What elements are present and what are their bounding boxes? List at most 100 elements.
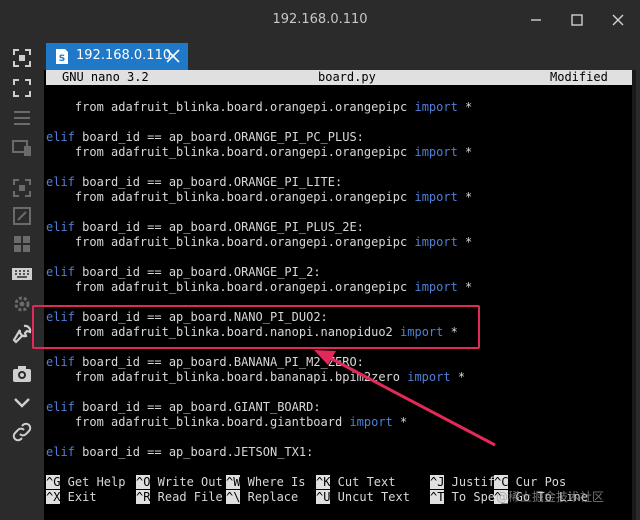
shortcut-key: ^R [136, 490, 151, 504]
scrollbar[interactable] [632, 70, 636, 520]
code-text: * [457, 235, 473, 249]
code-text: from adafruit_blinka.board.orangepi.oran… [46, 145, 415, 159]
code-keyword: import [349, 415, 393, 429]
code-text: * [450, 370, 466, 384]
resize-icon[interactable] [10, 204, 34, 228]
shortcut-key: ^\ [226, 490, 241, 504]
close-icon[interactable] [606, 8, 630, 32]
fit-screen-icon[interactable] [10, 76, 34, 100]
code-text: board_id == ap_board.BANANA_PI_M2_ZERO: [74, 355, 364, 369]
code-keyword: elif [46, 175, 75, 189]
code-keyword: import [414, 190, 458, 204]
code-line: elif board_id == ap_board.ORANGE_PI_PC_P… [46, 130, 364, 145]
shortcut-item[interactable]: ^G Get Help [46, 475, 125, 490]
shortcut-item[interactable]: ^\ Replace [226, 490, 298, 505]
close-icon[interactable] [164, 47, 182, 65]
shortcut-item[interactable]: ^U Uncut Text [316, 490, 410, 505]
shortcut-key: ^K [316, 475, 331, 489]
select-icon[interactable] [10, 176, 34, 200]
nano-version: GNU nano 3.2 [62, 70, 149, 84]
shortcut-label: Get Help [60, 475, 126, 489]
code-text: board_id == ap_board.JETSON_TX1: [74, 445, 314, 459]
minimize-icon[interactable] [524, 8, 548, 32]
code-text: * [457, 190, 473, 204]
shortcut-item[interactable]: ^J Justify [430, 475, 502, 490]
keyboard-icon[interactable] [10, 262, 34, 286]
nano-status-bar: GNU nano 3.2 board.py Modified [46, 70, 634, 85]
code-line: from adafruit_blinka.board.orangepi.oran… [46, 145, 472, 160]
code-keyword: import [407, 370, 451, 384]
code-text: from adafruit_blinka.board.orangepi.oran… [46, 280, 415, 294]
code-text: board_id == ap_board.GIANT_BOARD: [74, 400, 321, 414]
code-text: * [457, 280, 473, 294]
code-keyword: elif [46, 445, 75, 459]
code-line: from adafruit_blinka.board.giantboard im… [46, 415, 407, 430]
tab-bar: S 192.168.0.110 [44, 40, 640, 70]
code-line: elif board_id == ap_board.JETSON_TX1: [46, 445, 313, 460]
code-keyword: elif [46, 220, 75, 234]
shortcut-item[interactable]: ^W Where Is [226, 475, 305, 490]
shortcut-key: ^J [430, 475, 445, 489]
code-line: from adafruit_blinka.board.bananapi.bpim… [46, 370, 465, 385]
tab-session[interactable]: S 192.168.0.110 [46, 43, 188, 70]
maximize-icon[interactable] [565, 8, 589, 32]
code-text: * [392, 415, 408, 429]
camera-icon[interactable] [10, 362, 34, 386]
fullscreen-icon[interactable] [10, 46, 34, 70]
code-line: from adafruit_blinka.board.orangepi.oran… [46, 190, 472, 205]
code-line: elif board_id == ap_board.GIANT_BOARD: [46, 400, 321, 415]
tab-label: 192.168.0.110 [76, 48, 172, 63]
code-text: board_id == ap_board.ORANGE_PI_LITE: [74, 175, 343, 189]
shortcut-label: Where Is [240, 475, 306, 489]
watermark: @稀土掘金技术社区 [496, 490, 605, 504]
wrench-icon[interactable] [10, 322, 34, 346]
terminal-session-icon: S [54, 48, 70, 65]
code-text: from adafruit_blinka.board.giantboard [46, 415, 350, 429]
chevron-down-icon[interactable] [10, 390, 34, 414]
code-keyword: import [414, 280, 458, 294]
code-text: from adafruit_blinka.board.orangepi.oran… [46, 100, 415, 114]
window-title-bar: 192.168.0.110 [0, 0, 640, 40]
terminal[interactable]: GNU nano 3.2 board.py Modified from adaf… [44, 70, 636, 520]
code-text: from adafruit_blinka.board.bananapi.bpim… [46, 370, 408, 384]
shortcut-item[interactable]: ^X Exit [46, 490, 97, 505]
shortcut-label: Replace [240, 490, 299, 504]
sidebar [0, 40, 44, 520]
code-keyword: import [414, 100, 458, 114]
code-text: * [457, 145, 473, 159]
shortcut-key: ^W [226, 475, 241, 489]
devices-icon[interactable] [10, 136, 34, 160]
svg-text:S: S [59, 54, 65, 64]
code-text: from adafruit_blinka.board.orangepi.oran… [46, 235, 415, 249]
code-keyword: import [414, 145, 458, 159]
shortcut-label: Read File [150, 490, 223, 504]
link-icon[interactable] [10, 420, 34, 444]
shortcut-item[interactable]: ^O Write Out [136, 475, 223, 490]
shortcut-key: ^T [430, 490, 445, 504]
shortcut-item[interactable]: ^R Read File [136, 490, 223, 505]
shortcut-label: Write Out [150, 475, 223, 489]
shortcut-label: Exit [60, 490, 97, 504]
shortcut-key: ^O [136, 475, 151, 489]
code-keyword: elif [46, 400, 75, 414]
code-keyword: elif [46, 355, 75, 369]
settings-icon[interactable] [10, 292, 34, 316]
shortcut-key: ^X [46, 490, 61, 504]
nano-state: Modified [550, 70, 608, 84]
code-keyword: import [414, 235, 458, 249]
dashboard-icon[interactable] [10, 232, 34, 256]
code-text: from adafruit_blinka.board.orangepi.oran… [46, 190, 415, 204]
code-line: elif board_id == ap_board.BANANA_PI_M2_Z… [46, 355, 364, 370]
shortcut-label: Cut Text [330, 475, 396, 489]
code-line: elif board_id == ap_board.ORANGE_PI_PLUS… [46, 220, 364, 235]
code-line: from adafruit_blinka.board.orangepi.oran… [46, 235, 472, 250]
shortcut-key: ^C [494, 475, 509, 489]
nano-filename: board.py [318, 70, 376, 84]
code-text: board_id == ap_board.ORANGE_PI_PLUS_2E: [74, 220, 364, 234]
shortcut-item[interactable]: ^K Cut Text [316, 475, 395, 490]
menu-icon[interactable] [10, 106, 34, 130]
code-text: * [457, 100, 473, 114]
code-keyword: elif [46, 130, 75, 144]
shortcut-key: ^G [46, 475, 61, 489]
code-line: elif board_id == ap_board.ORANGE_PI_LITE… [46, 175, 342, 190]
